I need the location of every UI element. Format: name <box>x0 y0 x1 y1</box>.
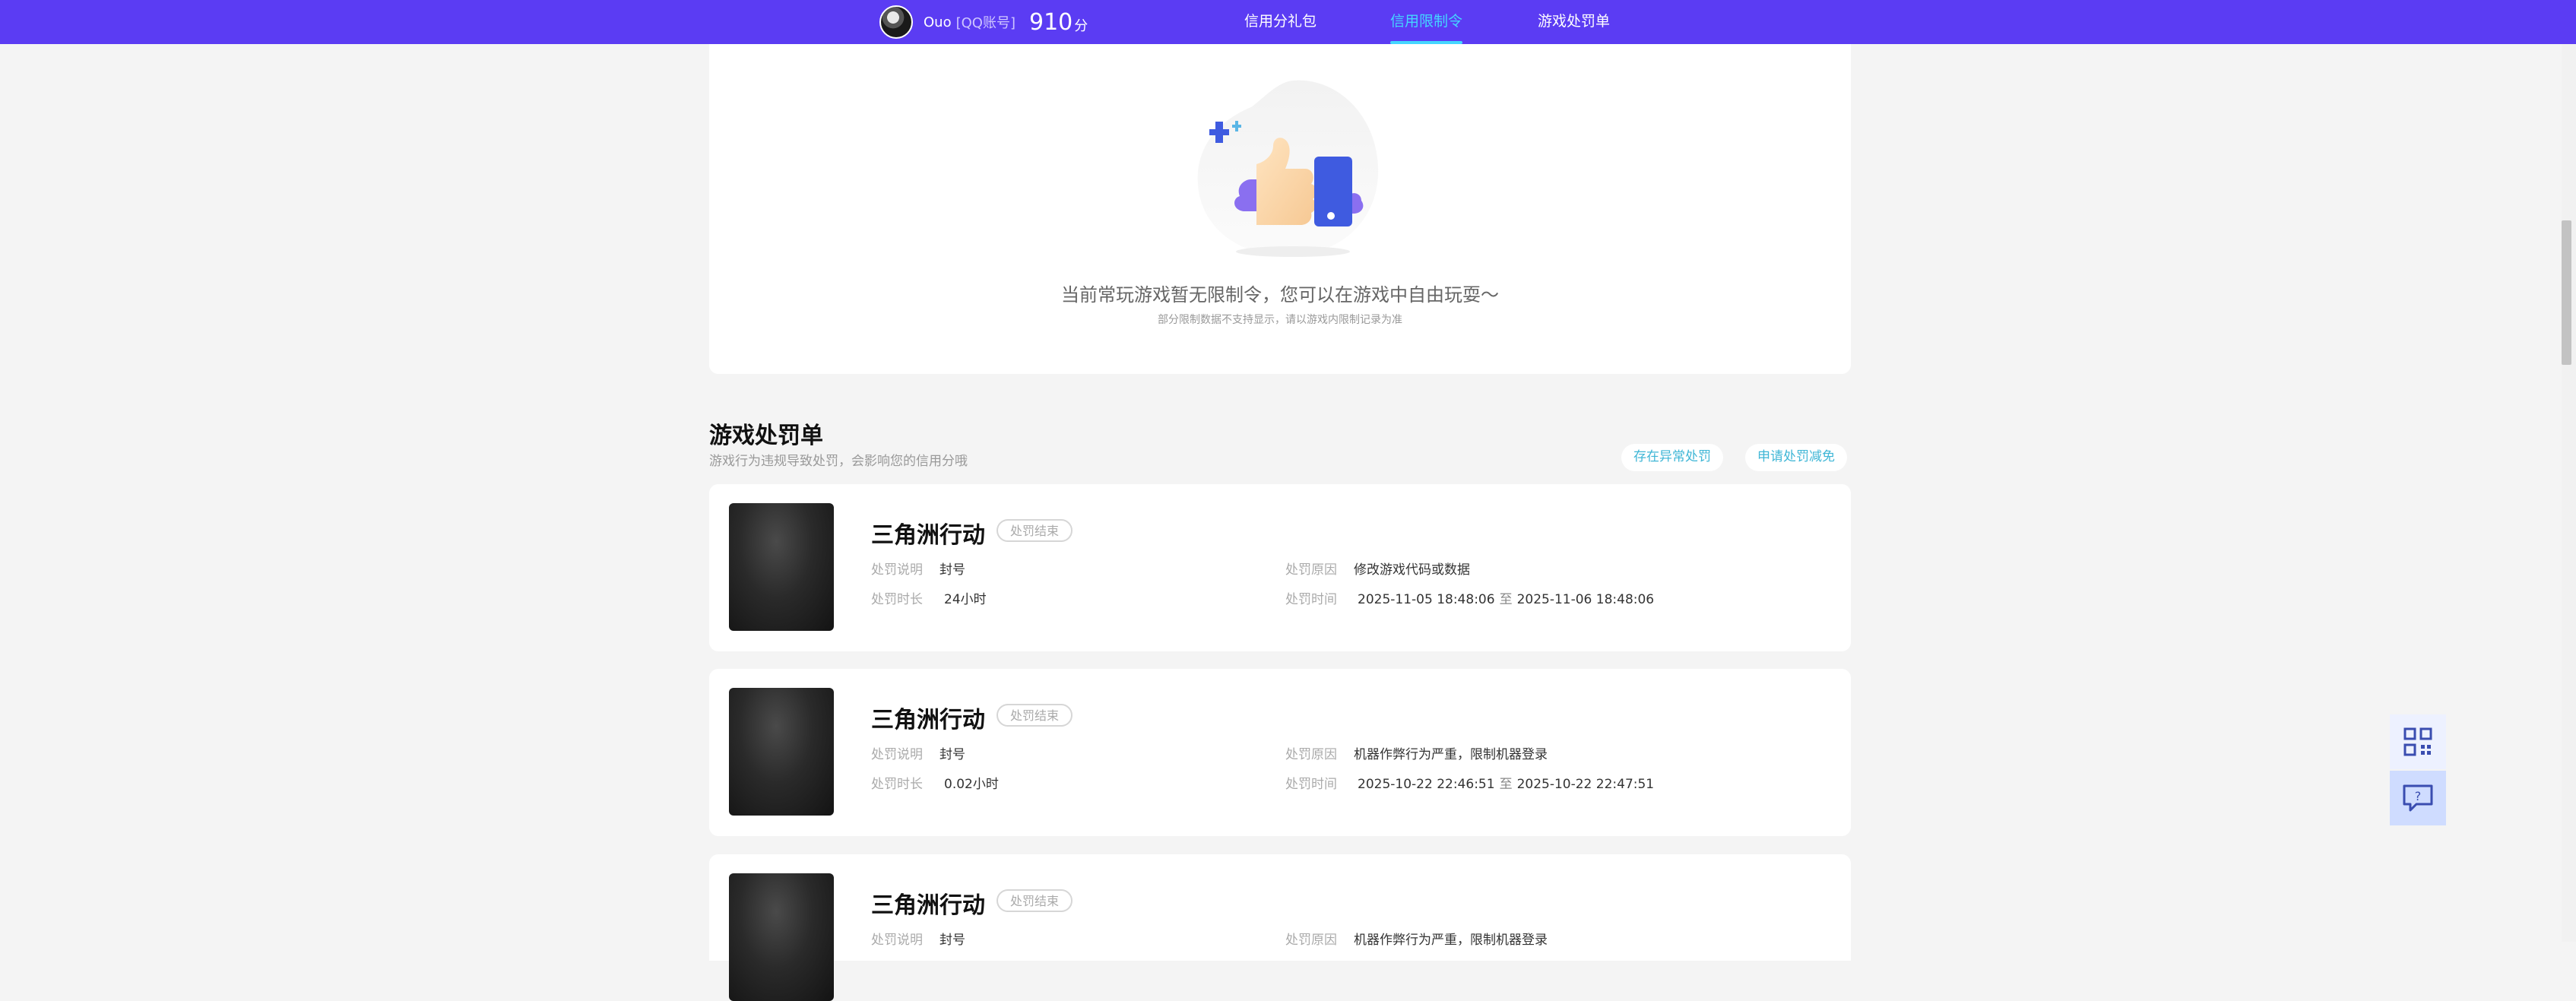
penalty-section-subtitle: 游戏行为违规导致处罚，会影响您的信用分哦 <box>709 454 968 469</box>
penalty-reason-value: 修改游戏代码或数据 <box>1354 562 1470 578</box>
status-badge: 处罚结束 <box>996 889 1073 912</box>
status-badge: 处罚结束 <box>996 519 1073 542</box>
penalty-section-title: 游戏处罚单 <box>709 423 823 449</box>
game-cover-image <box>729 873 834 1001</box>
qr-code-icon <box>2403 727 2432 756</box>
penalty-start-time: 2025-11-05 18:48:06 <box>1358 592 1495 607</box>
abnormal-penalty-button[interactable]: 存在异常处罚 <box>1621 444 1723 471</box>
help-feedback-icon: ? <box>2403 784 2433 812</box>
penalty-duration-value: 0.02小时 <box>944 777 999 792</box>
account-type: [QQ账号] <box>955 15 1016 31</box>
empty-state-title: 当前常玩游戏暂无限制令，您可以在游戏中自由玩耍～ <box>1061 284 1499 306</box>
penalty-end-time: 2025-10-22 22:47:51 <box>1516 777 1655 792</box>
penalty-desc-value: 封号 <box>939 933 965 948</box>
help-feedback-button[interactable]: ? <box>2390 771 2446 825</box>
penalty-reason-label: 处罚原因 <box>1285 933 1337 948</box>
game-name: 三角洲行动 <box>871 707 985 733</box>
user-info: Ouo [QQ账号] 910 分 <box>879 5 1088 39</box>
penalty-time-value: 2025-11-05 18:48:06 至 2025-11-06 18:48:06 <box>1358 588 1654 607</box>
penalty-duration-value: 24小时 <box>944 592 987 607</box>
penalty-desc-label: 处罚说明 <box>871 747 923 762</box>
penalty-reason-label: 处罚原因 <box>1285 747 1337 762</box>
penalty-record-card[interactable]: 三角洲行动 处罚结束 处罚说明 封号 处罚原因 机器作弊行为严重，限制机器登录 <box>709 854 1851 1001</box>
appeal-reduction-button[interactable]: 申请处罚减免 <box>1745 444 1847 471</box>
penalty-desc-label: 处罚说明 <box>871 562 923 578</box>
penalty-time-label: 处罚时间 <box>1285 592 1337 607</box>
top-bar: Ouo [QQ账号] 910 分 信用分礼包 信用限制令 游戏处罚单 <box>0 0 2576 44</box>
time-separator: 至 <box>1499 592 1513 607</box>
penalty-time-label: 处罚时间 <box>1285 777 1337 792</box>
svg-text:?: ? <box>2415 789 2422 803</box>
tab-credit-gift[interactable]: 信用分礼包 <box>1244 0 1317 44</box>
penalty-end-time: 2025-11-06 18:48:06 <box>1516 592 1655 607</box>
empty-state-note: 部分限制数据不支持显示，请以游戏内限制记录为准 <box>1158 314 1402 326</box>
scrollbar-thumb[interactable] <box>2562 220 2571 365</box>
thumbs-up-illustration <box>1197 80 1379 257</box>
penalty-duration-label: 处罚时长 <box>871 777 923 792</box>
qr-code-button[interactable] <box>2390 714 2446 769</box>
game-cover-image <box>729 503 834 631</box>
penalty-record-card[interactable]: 三角洲行动 处罚结束 处罚说明 封号 处罚时长 24小时 处罚原因 修改游戏代码… <box>709 484 1851 651</box>
status-badge: 处罚结束 <box>996 704 1073 727</box>
game-name: 三角洲行动 <box>871 522 985 549</box>
tab-credit-restriction[interactable]: 信用限制令 <box>1390 0 1463 44</box>
penalty-start-time: 2025-10-22 22:46:51 <box>1358 777 1495 792</box>
penalty-reason-label: 处罚原因 <box>1285 562 1337 578</box>
game-name: 三角洲行动 <box>871 892 985 919</box>
tab-game-penalty[interactable]: 游戏处罚单 <box>1538 0 1610 44</box>
penalty-time-value: 2025-10-22 22:46:51 至 2025-10-22 22:47:51 <box>1358 773 1654 792</box>
penalty-record-card[interactable]: 三角洲行动 处罚结束 处罚说明 封号 处罚时长 0.02小时 处罚原因 机器作弊… <box>709 669 1851 836</box>
restriction-empty-card: 当前常玩游戏暂无限制令，您可以在游戏中自由玩耍～ 部分限制数据不支持显示，请以游… <box>709 44 1851 374</box>
penalty-desc-value: 封号 <box>939 562 965 578</box>
credit-score-unit: 分 <box>1074 18 1088 34</box>
credit-score: 910 <box>1028 8 1073 36</box>
page-scrollbar[interactable] <box>2562 44 2576 942</box>
user-name: Ouo <box>924 14 952 30</box>
avatar[interactable] <box>879 5 913 39</box>
penalty-duration-label: 处罚时长 <box>871 592 923 607</box>
penalty-desc-value: 封号 <box>939 747 965 762</box>
penalty-reason-value: 机器作弊行为严重，限制机器登录 <box>1354 933 1548 948</box>
time-separator: 至 <box>1499 777 1513 792</box>
penalty-reason-value: 机器作弊行为严重，限制机器登录 <box>1354 747 1548 762</box>
penalty-desc-label: 处罚说明 <box>871 933 923 948</box>
game-cover-image <box>729 688 834 816</box>
